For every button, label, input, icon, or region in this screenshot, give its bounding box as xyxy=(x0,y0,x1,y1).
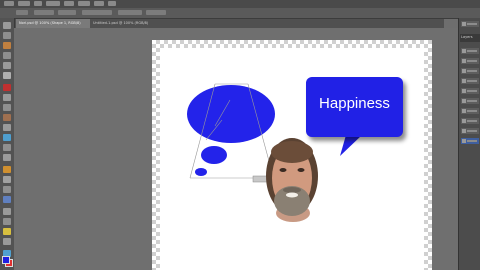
layer-name-bar xyxy=(467,140,477,142)
layer-row-selected[interactable] xyxy=(461,138,479,144)
layer-name-bar xyxy=(467,90,477,92)
thought-bubble-dot-large xyxy=(201,146,227,164)
layer-row[interactable] xyxy=(461,68,479,74)
panel-tab-icon xyxy=(462,22,466,26)
layer-row[interactable] xyxy=(461,118,479,124)
layer-thumbnail xyxy=(462,129,466,133)
layer-name-bar xyxy=(467,60,477,62)
layer-row[interactable] xyxy=(461,58,479,64)
layer-row[interactable] xyxy=(461,128,479,134)
layer-name-bar xyxy=(467,70,477,72)
layer-row[interactable] xyxy=(461,98,479,104)
layer-thumbnail xyxy=(462,109,466,113)
layer-name-bar xyxy=(467,50,477,52)
panel-tab-label-bar xyxy=(467,23,477,25)
face-cutout-image xyxy=(266,138,318,222)
layer-thumbnail xyxy=(462,49,466,53)
transform-handle xyxy=(252,175,268,183)
layer-row[interactable] xyxy=(461,88,479,94)
layer-thumbnail xyxy=(462,139,466,143)
layer-row[interactable] xyxy=(461,108,479,114)
layer-name-bar xyxy=(467,110,477,112)
artwork xyxy=(187,83,362,222)
layer-name-bar xyxy=(467,100,477,102)
layers-panel: Layers xyxy=(458,18,480,270)
layer-thumbnail xyxy=(462,89,466,93)
layer-name-bar xyxy=(467,80,477,82)
speech-bubble-tail xyxy=(340,135,362,156)
layer-thumbnail xyxy=(462,99,466,103)
panel-title: Layers xyxy=(461,35,473,39)
layer-thumbnail xyxy=(462,119,466,123)
panel-tab[interactable] xyxy=(461,21,479,27)
layer-name-bar xyxy=(467,120,477,122)
layer-name-bar xyxy=(467,130,477,132)
thought-bubble-dot-small xyxy=(195,168,207,176)
speech-bubble-text: Happiness xyxy=(319,95,390,112)
layer-thumbnail xyxy=(462,59,466,63)
layer-thumbnail xyxy=(462,69,466,73)
layer-row[interactable] xyxy=(461,48,479,54)
layer-thumbnail xyxy=(462,79,466,83)
layer-row[interactable] xyxy=(461,78,479,84)
